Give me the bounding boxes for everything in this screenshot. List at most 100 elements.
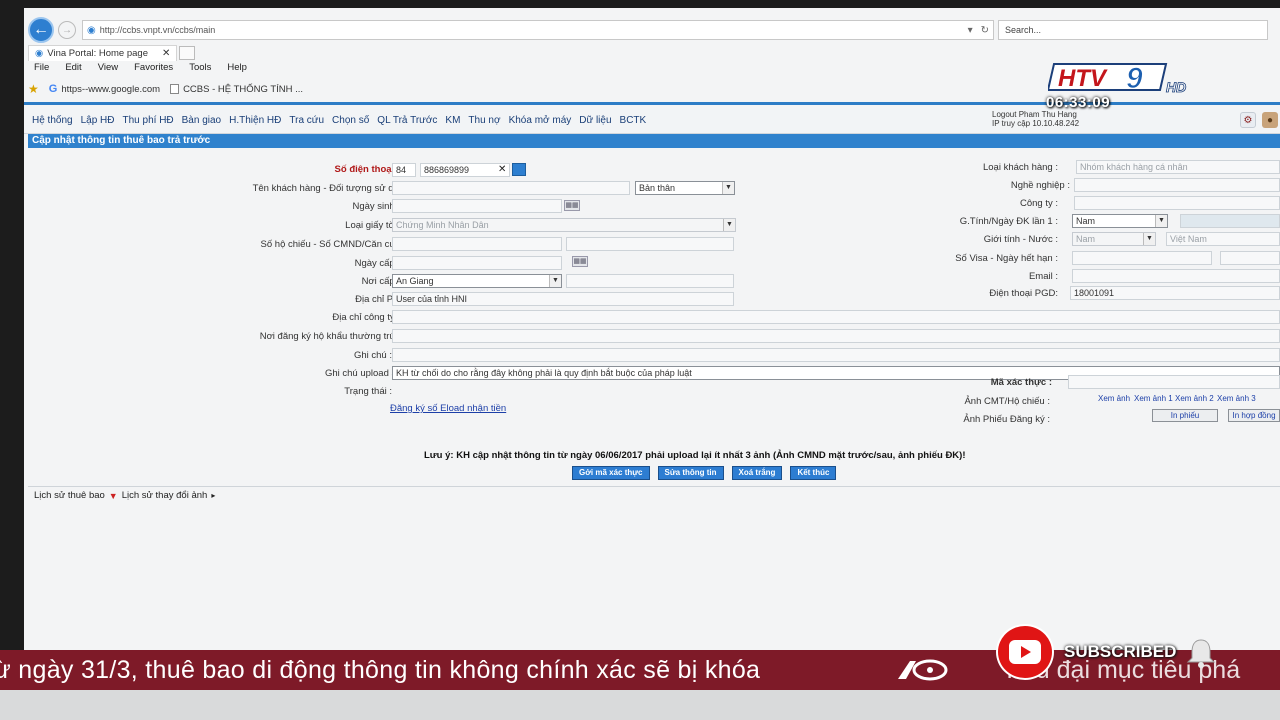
nav-thu-no[interactable]: Thu nợ	[468, 115, 500, 126]
nav-km[interactable]: KM	[445, 115, 460, 126]
refresh-icon[interactable]: ↻	[981, 25, 989, 36]
passport-field[interactable]	[392, 237, 562, 251]
phone-number-field[interactable]: 886869899	[420, 163, 510, 177]
occupation-field[interactable]	[1074, 178, 1280, 192]
search-input[interactable]: Search...	[998, 20, 1268, 40]
forward-icon[interactable]: →	[58, 21, 76, 39]
menu-help[interactable]: Help	[227, 62, 247, 78]
ip-info: IP truy cập 10.10.48.242	[992, 119, 1080, 128]
favorite-google[interactable]: G https--www.google.com	[49, 83, 160, 95]
issue-place-select[interactable]: An Giang ▼	[392, 274, 562, 288]
nav-lap-hd[interactable]: Lập HĐ	[81, 115, 115, 126]
address-bar[interactable]: ◉ http://ccbs.vnpt.vn/ccbs/main ▾ ↻	[82, 20, 994, 40]
nav-ql-tra-truoc[interactable]: QL Trả Trước	[377, 115, 437, 126]
country-field[interactable]: Việt Nam	[1166, 232, 1280, 246]
app-navbar: Hệ thống Lập HĐ Thu phí HĐ Bàn giao H.Th…	[24, 108, 1280, 134]
view-photo-link[interactable]: Xem ảnh	[1098, 394, 1130, 403]
svg-text:HD: HD	[1166, 79, 1186, 95]
close-icon[interactable]: ✕	[162, 48, 170, 59]
verify-code-label: Mã xác thực :	[990, 377, 1052, 388]
nav-h-thien-hd[interactable]: H.Thiện HĐ	[229, 115, 281, 126]
email-label: Email :	[1028, 271, 1058, 282]
screen-bottom	[0, 690, 1280, 720]
print-form-button[interactable]: In phiếu	[1152, 409, 1218, 422]
upload-notice: Lưu ý: KH cập nhật thông tin từ ngày 06/…	[424, 450, 966, 461]
gender2-select[interactable]: Nam ▼	[1072, 232, 1156, 246]
logout-link[interactable]: Logout Pham Thu Hang	[992, 110, 1079, 119]
ticker-text: ừ ngày 31/3, thuê bao di động thông tin …	[0, 656, 761, 684]
issue-place-detail-field[interactable]	[566, 274, 734, 288]
first-reg-date-field[interactable]	[1180, 214, 1280, 228]
menu-favorites[interactable]: Favorites	[134, 62, 173, 78]
send-code-button[interactable]: Gởi mã xác thực	[572, 466, 650, 480]
finish-button[interactable]: Kết thúc	[790, 466, 837, 480]
view-photo-3-link[interactable]: Xem ảnh 3	[1217, 394, 1256, 403]
dropdown-arrow-icon[interactable]: ▾	[968, 25, 973, 36]
pgd-phone-label: Điện thoại PGD:	[989, 288, 1058, 299]
favorite-ccbs[interactable]: CCBS - HỆ THỐNG TÍNH ...	[170, 84, 303, 95]
menu-file[interactable]: File	[34, 62, 49, 78]
id-number-field[interactable]	[566, 237, 734, 251]
nav-khoa-mo-may[interactable]: Khóa mở máy	[509, 115, 572, 126]
company-field[interactable]	[1074, 196, 1280, 210]
calendar-icon[interactable]: ▦▦	[564, 200, 580, 211]
photo-history-tab[interactable]: Lịch sử thay đổi ảnh	[122, 490, 208, 501]
print-contract-button[interactable]: In hợp đồng	[1228, 409, 1280, 422]
tab-title: Vina Portal: Home page	[47, 48, 148, 59]
company-label: Công ty :	[1019, 198, 1058, 209]
menu-view[interactable]: View	[98, 62, 118, 78]
nav-chon-so[interactable]: Chọn số	[332, 115, 369, 126]
calendar-icon[interactable]: ▦▦	[572, 256, 588, 267]
tab-vina-portal[interactable]: ◉ Vina Portal: Home page ✕	[28, 45, 178, 61]
nav-tra-cuu[interactable]: Tra cứu	[289, 115, 324, 126]
youtube-play-icon[interactable]	[996, 624, 1054, 680]
view-photo-1-link[interactable]: Xem ảnh 1	[1134, 394, 1173, 403]
favorites-star-icon[interactable]: ★	[28, 82, 39, 96]
new-tab-button[interactable]	[179, 46, 196, 60]
verify-code-field[interactable]	[1068, 375, 1280, 389]
edit-info-button[interactable]: Sửa thông tin	[657, 466, 724, 480]
nav-thu-phi-hd[interactable]: Thu phí HĐ	[123, 115, 174, 126]
issue-date-field[interactable]	[392, 256, 562, 270]
settings-icon[interactable]: ⚙	[1240, 112, 1256, 128]
clear-icon[interactable]: ✕	[498, 164, 506, 175]
chevron-down-icon: ▼	[1155, 215, 1167, 227]
doc-type-select[interactable]: Chứng Minh Nhân Dân ▼	[392, 218, 736, 232]
household-label: Nơi đăng ký hộ khẩu thường trú :	[259, 331, 400, 342]
occupation-label: Nghề nghiệp :	[1010, 180, 1070, 191]
triangle-down-icon[interactable]: ▼	[109, 491, 118, 501]
back-icon[interactable]: ←	[28, 17, 54, 43]
subscriber-history-tab[interactable]: Lịch sử thuê bao	[34, 490, 105, 501]
chevron-down-icon: ▼	[549, 275, 561, 287]
note-label: Ghi chú :	[353, 350, 392, 361]
view-photo-2-link[interactable]: Xem ảnh 2	[1175, 394, 1214, 403]
nav-ban-giao[interactable]: Bàn giao	[182, 115, 221, 126]
lookup-button[interactable]	[512, 163, 526, 176]
note-field[interactable]	[392, 348, 1280, 362]
household-field[interactable]	[392, 329, 1280, 343]
nav-he-thong[interactable]: Hệ thống	[32, 115, 73, 126]
gender-select[interactable]: Nam ▼	[1072, 214, 1168, 228]
reg-photo-label: Ảnh Phiếu Đăng ký :	[963, 414, 1050, 425]
visa-expiry-field[interactable]	[1220, 251, 1280, 265]
section-divider	[28, 486, 1280, 487]
dob-field[interactable]	[392, 199, 562, 213]
email-field[interactable]	[1072, 269, 1280, 283]
pgd-address-field: User của tỉnh HNI	[392, 292, 734, 306]
nav-du-lieu[interactable]: Dữ liệu	[579, 115, 611, 126]
company-address-field[interactable]	[392, 310, 1280, 324]
bell-icon[interactable]	[1184, 636, 1218, 670]
chevron-right-icon[interactable]: ▸	[211, 491, 215, 500]
page-title: Cập nhật thông tin thuê bao trả trước	[28, 134, 1280, 148]
menu-edit[interactable]: Edit	[65, 62, 81, 78]
phone-prefix-field[interactable]: 84	[392, 163, 416, 177]
clear-form-button[interactable]: Xoá trắng	[731, 466, 783, 480]
nav-bctk[interactable]: BCTK	[620, 115, 647, 126]
eload-register-link[interactable]: Đăng ký số Eload nhận tiền	[390, 403, 506, 414]
menu-tools[interactable]: Tools	[189, 62, 211, 78]
relation-select[interactable]: Bản thân ▼	[635, 181, 735, 195]
visa-field[interactable]	[1072, 251, 1212, 265]
customer-name-field[interactable]	[392, 181, 630, 195]
customer-type-field[interactable]: Nhóm khách hàng cá nhân	[1076, 160, 1280, 174]
user-icon[interactable]: ●	[1262, 112, 1278, 128]
